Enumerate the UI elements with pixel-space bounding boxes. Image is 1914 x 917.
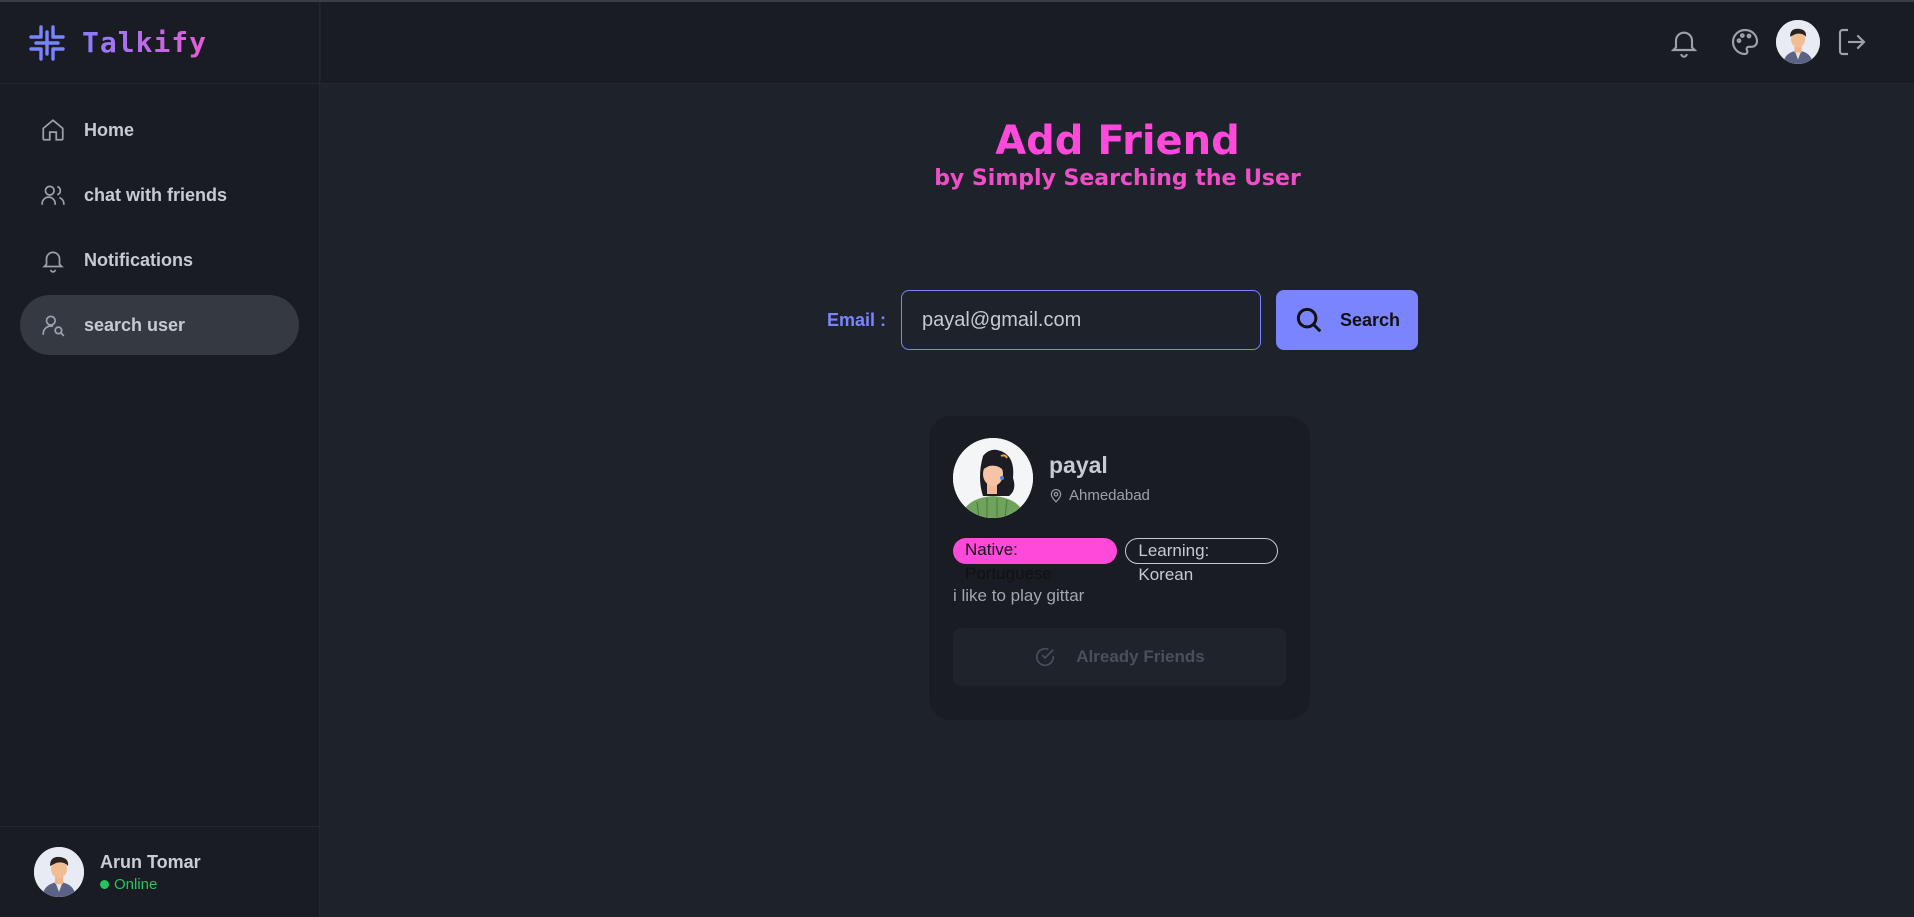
- check-circle-icon: [1036, 648, 1055, 666]
- already-friends-label: Already Friends: [1076, 647, 1205, 666]
- sidebar-item-label: search user: [84, 314, 186, 335]
- language-tags: Native: Portuguese Learning: Korean: [953, 538, 1286, 584]
- brand[interactable]: Talkify: [0, 2, 319, 84]
- native-language-badge: Native: Portuguese: [953, 538, 1118, 583]
- avatar-illustration: [953, 438, 1033, 518]
- learning-language-badge: Learning: Korean: [1125, 538, 1278, 584]
- palette-icon[interactable]: [1729, 26, 1761, 58]
- page-title: Add Friend: [995, 118, 1240, 164]
- main-content: Add Friend by Simply Searching the User …: [321, 84, 1914, 917]
- result-avatar: [953, 438, 1033, 518]
- result-bio: i like to play gittar: [953, 586, 1085, 605]
- current-user-name: Arun Tomar: [100, 851, 201, 872]
- status-dot-icon: [100, 879, 109, 889]
- logo-icon: [29, 24, 65, 61]
- sidebar-item-home[interactable]: Home: [20, 100, 299, 160]
- sidebar-item-notifications[interactable]: Notifications: [20, 230, 299, 290]
- app-name: Talkify: [82, 26, 208, 59]
- logout-icon[interactable]: [1836, 26, 1868, 58]
- sidebar-item-label: Notifications: [84, 249, 194, 270]
- search-button-label: Search: [1339, 309, 1401, 330]
- result-user-name: payal: [1049, 452, 1108, 478]
- page-subtitle: by Simply Searching the User: [934, 166, 1301, 191]
- search-form: Email : Search: [321, 290, 1914, 350]
- email-label: Email :: [827, 310, 887, 330]
- status-text: Online: [114, 875, 158, 893]
- sidebar-item-label: Home: [84, 119, 135, 140]
- avatar-illustration: [1776, 20, 1820, 64]
- user-result-card: payal Ahmedabad Native: Portuguese Learn…: [929, 416, 1310, 720]
- home-icon: [42, 119, 64, 141]
- sidebar-item-search-user[interactable]: search user: [20, 295, 299, 355]
- result-location: Ahmedabad: [1049, 487, 1150, 504]
- search-button[interactable]: Search: [1276, 290, 1418, 350]
- location-text: Ahmedabad: [1069, 487, 1150, 504]
- bell-icon[interactable]: [1668, 26, 1700, 58]
- user-search-icon: [42, 315, 65, 337]
- already-friends-button[interactable]: Already Friends: [953, 628, 1286, 686]
- header-avatar[interactable]: [1776, 20, 1820, 64]
- sidebar-item-label: chat with friends: [84, 184, 228, 205]
- online-status: Online: [100, 876, 201, 893]
- sidebar-nav: Home chat with friends Notifications sea…: [0, 84, 319, 376]
- bell-icon: [42, 251, 64, 273]
- avatar: [34, 847, 84, 897]
- users-icon: [41, 185, 65, 205]
- map-pin-icon: [1050, 488, 1062, 503]
- sidebar-item-chat-with-friends[interactable]: chat with friends: [20, 165, 299, 225]
- sidebar: Talkify Home chat with friends Notificat…: [0, 2, 320, 917]
- top-header: [321, 2, 1914, 84]
- avatar-illustration: [34, 847, 84, 897]
- current-user-panel: Arun Tomar Online: [0, 826, 319, 917]
- search-icon: [1296, 307, 1322, 333]
- email-search-input[interactable]: [901, 290, 1261, 350]
